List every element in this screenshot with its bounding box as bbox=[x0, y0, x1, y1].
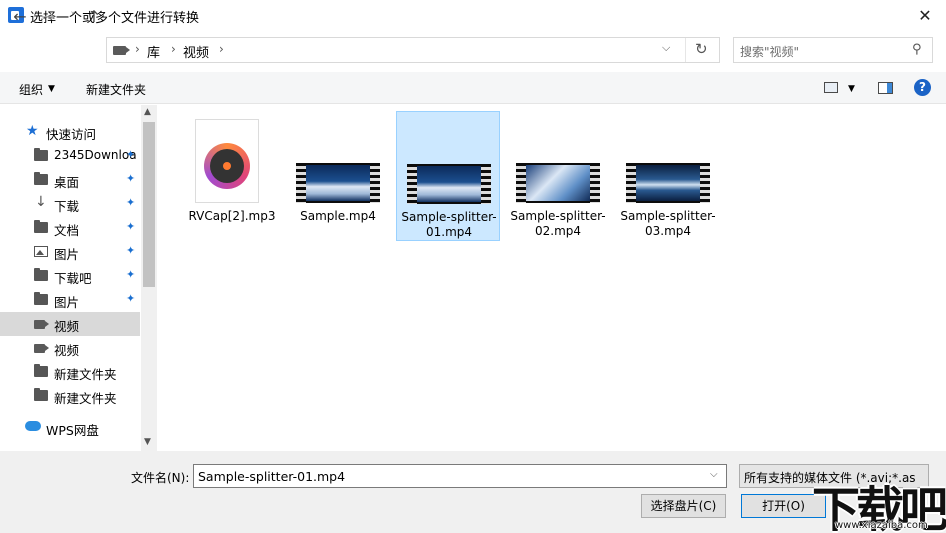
pin-icon: ✦ bbox=[126, 244, 136, 257]
search-box[interactable]: 搜索"视频" ⚲ bbox=[733, 37, 933, 63]
sidebar-item-label: 视频 bbox=[54, 343, 80, 358]
folder-icon bbox=[34, 220, 48, 233]
file-name: Sample-splitter-01.mp4 bbox=[401, 210, 497, 239]
search-placeholder: 搜索"视频" bbox=[740, 45, 800, 59]
video-thumbnail bbox=[626, 163, 710, 203]
help-icon[interactable]: ? bbox=[914, 79, 931, 96]
organize-menu[interactable]: 组织 bbox=[19, 81, 43, 98]
preview-pane-icon[interactable] bbox=[878, 82, 893, 94]
sidebar-item-desktop[interactable]: 桌面 ✦ bbox=[0, 168, 140, 192]
pin-icon: ✦ bbox=[126, 148, 136, 161]
scroll-down-icon[interactable]: ▼ bbox=[144, 437, 151, 447]
sidebar-item-label: 快速访问 bbox=[46, 127, 97, 142]
sidebar-item-downloads[interactable]: ↓ 下载 ✦ bbox=[0, 192, 140, 216]
video-icon bbox=[34, 320, 49, 329]
file-name: RVCap[2].mp3 bbox=[188, 209, 276, 223]
sidebar-item-label: 视频 bbox=[54, 319, 80, 334]
file-name: Sample-splitter-03.mp4 bbox=[620, 209, 716, 238]
file-name: Sample-splitter-02.mp4 bbox=[510, 209, 606, 238]
video-thumbnail bbox=[407, 164, 491, 204]
folder-icon bbox=[34, 292, 48, 305]
file-list: RVCap[2].mp3 Sample.mp4 Sample-splitter-… bbox=[160, 105, 946, 451]
folder-icon bbox=[34, 364, 48, 377]
breadcrumb-videos[interactable]: 视频 bbox=[183, 42, 209, 61]
music-disc-icon bbox=[204, 143, 250, 189]
star-icon: ★ bbox=[26, 123, 39, 139]
sidebar-item-videos[interactable]: 视频 bbox=[0, 336, 140, 360]
file-item[interactable]: Sample.mp4 bbox=[286, 111, 390, 241]
sidebar-item-label: 图片 bbox=[54, 247, 80, 262]
sidebar-item-label: 下载吧 bbox=[54, 271, 92, 286]
breadcrumb-library[interactable]: 库 bbox=[147, 42, 160, 61]
file-item[interactable]: Sample-splitter-02.mp4 bbox=[506, 111, 610, 241]
folder-icon bbox=[34, 268, 48, 281]
refresh-icon[interactable]: ↻ bbox=[695, 40, 708, 58]
choose-drive-button[interactable]: 选择盘片(C) bbox=[641, 494, 726, 518]
sidebar-item-quick-access[interactable]: ★ 快速访问 bbox=[0, 120, 140, 144]
pin-icon: ✦ bbox=[126, 268, 136, 281]
change-view-icon[interactable] bbox=[824, 82, 838, 93]
pin-icon: ✦ bbox=[126, 292, 136, 305]
sidebar-item-wps-cloud[interactable]: WPS网盘 bbox=[0, 416, 140, 440]
download-icon: ↓ bbox=[35, 194, 47, 210]
pin-icon: ✦ bbox=[126, 172, 136, 185]
file-item[interactable]: Sample-splitter-03.mp4 bbox=[616, 111, 720, 241]
sidebar-item-label: 新建文件夹 bbox=[54, 391, 117, 406]
breadcrumb-separator-icon: › bbox=[135, 42, 140, 56]
sidebar-scroll-thumb[interactable] bbox=[143, 122, 155, 287]
sidebar-item-pictures[interactable]: 图片 ✦ bbox=[0, 240, 140, 264]
scroll-up-icon[interactable]: ▲ bbox=[144, 107, 151, 117]
sidebar-item-2345downloads[interactable]: 2345Downloa ✦ bbox=[0, 144, 140, 168]
filename-value: Sample-splitter-01.mp4 bbox=[198, 469, 346, 484]
video-library-icon bbox=[113, 46, 126, 55]
close-button[interactable]: ✕ bbox=[908, 3, 942, 29]
sidebar-item-label: 下载 bbox=[54, 199, 80, 214]
search-icon[interactable]: ⚲ bbox=[912, 42, 922, 57]
video-thumbnail bbox=[296, 163, 380, 203]
back-button[interactable]: ← bbox=[9, 6, 31, 28]
address-dropdown-icon[interactable]: ⌵ bbox=[662, 41, 670, 55]
up-button[interactable]: ↑ bbox=[83, 6, 105, 28]
address-divider bbox=[685, 38, 686, 62]
image-icon bbox=[34, 246, 48, 257]
sidebar-item-videos-selected[interactable]: 视频 bbox=[0, 312, 140, 336]
sidebar-item-label: 图片 bbox=[54, 295, 80, 310]
recent-locations-icon[interactable]: ˅ bbox=[62, 6, 84, 28]
address-bar[interactable]: › 库 › 视频 › ⌵ ↻ bbox=[106, 37, 720, 63]
breadcrumb-separator-icon[interactable]: › bbox=[219, 42, 224, 56]
sidebar-item-xiazaiba[interactable]: 下载吧 ✦ bbox=[0, 264, 140, 288]
sidebar-item-label: WPS网盘 bbox=[46, 423, 99, 438]
sidebar-item-new-folder-2[interactable]: 新建文件夹 bbox=[0, 384, 140, 408]
pin-icon: ✦ bbox=[126, 220, 136, 233]
new-folder-button[interactable]: 新建文件夹 bbox=[86, 81, 146, 98]
sidebar-item-documents[interactable]: 文档 ✦ bbox=[0, 216, 140, 240]
navigation-pane: ★ 快速访问 2345Downloa ✦ 桌面 ✦ ↓ 下载 ✦ 文档 ✦ 图片… bbox=[0, 105, 158, 451]
forward-button[interactable]: → bbox=[37, 6, 59, 28]
folder-icon bbox=[34, 388, 48, 401]
sidebar-item-pictures-folder[interactable]: 图片 ✦ bbox=[0, 288, 140, 312]
cloud-icon bbox=[25, 421, 41, 431]
folder-icon bbox=[34, 148, 48, 161]
folder-icon bbox=[34, 172, 48, 185]
sidebar-item-label: 2345Downloa bbox=[54, 148, 137, 162]
organize-caret-icon[interactable]: ▼ bbox=[48, 84, 55, 94]
view-caret-icon[interactable]: ▼ bbox=[848, 84, 855, 94]
file-item[interactable]: RVCap[2].mp3 bbox=[180, 111, 284, 241]
sidebar-item-new-folder[interactable]: 新建文件夹 bbox=[0, 360, 140, 384]
watermark-url: www.xiazaiba.com bbox=[835, 520, 928, 531]
file-item-selected[interactable]: Sample-splitter-01.mp4 bbox=[396, 111, 500, 241]
sidebar-item-label: 桌面 bbox=[54, 175, 80, 190]
sidebar-item-label: 新建文件夹 bbox=[54, 367, 117, 382]
breadcrumb-separator-icon: › bbox=[171, 42, 176, 56]
file-name: Sample.mp4 bbox=[300, 209, 376, 223]
pin-icon: ✦ bbox=[126, 196, 136, 209]
filename-dropdown-icon[interactable]: ⌵ bbox=[710, 469, 718, 480]
video-icon bbox=[34, 344, 49, 353]
filename-label: 文件名(N): bbox=[131, 471, 190, 485]
sidebar-item-label: 文档 bbox=[54, 223, 80, 238]
video-thumbnail bbox=[516, 163, 600, 203]
filename-input[interactable]: Sample-splitter-01.mp4 ⌵ bbox=[193, 464, 727, 488]
